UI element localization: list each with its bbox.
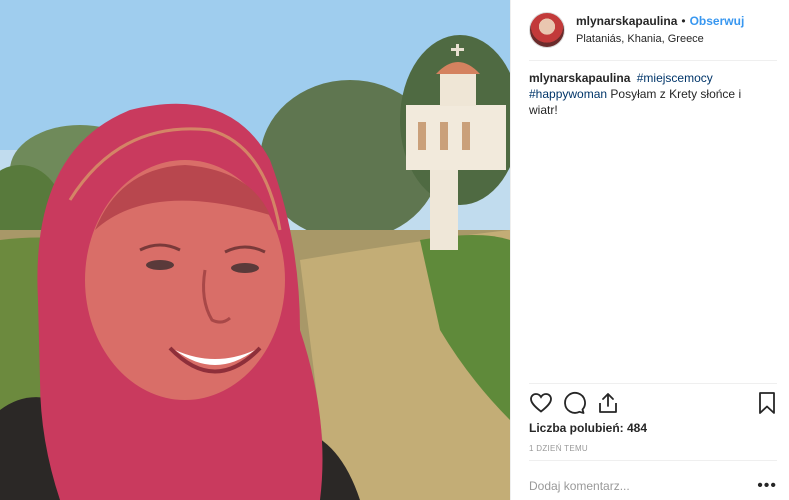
post-caption: mlynarskapaulina #miejscemocy #happywoma… — [529, 70, 769, 118]
header-row: mlynarskapaulina • Obserwuj — [576, 13, 744, 29]
header-divider — [529, 60, 777, 61]
separator-dot: • — [681, 14, 686, 28]
bookmark-icon[interactable] — [755, 391, 779, 415]
heart-icon[interactable] — [529, 391, 553, 415]
header-text: mlynarskapaulina • Obserwuj Plataniás, K… — [576, 13, 744, 47]
more-options-icon[interactable]: ••• — [757, 478, 777, 494]
comment-icon[interactable] — [562, 391, 586, 415]
instagram-post: mlynarskapaulina • Obserwuj Plataniás, K… — [0, 0, 789, 500]
post-header: mlynarskapaulina • Obserwuj Plataniás, K… — [529, 8, 777, 52]
likes-count[interactable]: Liczba polubień: 484 — [529, 421, 647, 435]
action-bar — [529, 391, 779, 415]
actions-divider — [529, 383, 777, 384]
photo-illustration — [0, 0, 510, 500]
post-sidebar: mlynarskapaulina • Obserwuj Plataniás, K… — [510, 0, 789, 500]
post-photo[interactable] — [0, 0, 510, 500]
share-icon[interactable] — [596, 391, 620, 415]
comment-input[interactable] — [529, 479, 729, 493]
username-link[interactable]: mlynarskapaulina — [576, 13, 677, 29]
follow-button[interactable]: Obserwuj — [690, 13, 745, 29]
caption-username-link[interactable]: mlynarskapaulina — [529, 71, 630, 85]
post-timestamp[interactable]: 1 dzień temu — [529, 444, 588, 453]
hashtag-link-1[interactable]: #miejscemocy — [637, 71, 713, 85]
location-link[interactable]: Plataniás, Khania, Greece — [576, 31, 744, 47]
avatar[interactable] — [529, 12, 565, 48]
comment-divider — [529, 460, 777, 461]
comment-row: ••• — [529, 476, 777, 496]
hashtag-link-2[interactable]: #happywoman — [529, 87, 607, 101]
